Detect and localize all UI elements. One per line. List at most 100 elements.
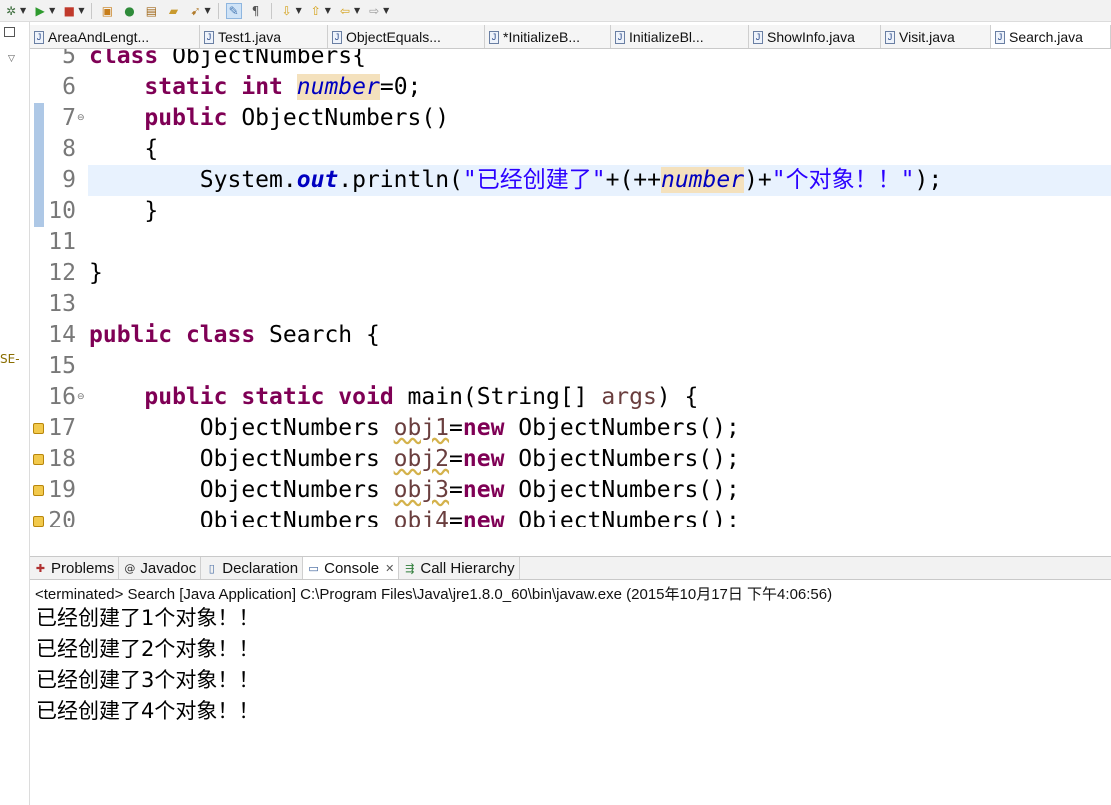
debug-button[interactable]: ✲ ▼ [2, 2, 27, 20]
run-button[interactable]: ▶ ▼ [31, 2, 56, 20]
prev-annotation-button[interactable]: ⇧ ▼ [307, 2, 332, 20]
search-button[interactable]: ➹ ▼ [186, 2, 211, 20]
editor-tab-label: *InitializeB... [503, 29, 581, 45]
editor-tab[interactable]: J AreaAndLengt... [30, 25, 200, 48]
external-tools-icon: ■ [63, 3, 75, 18]
view-tab-declaration[interactable]: ▯ Declaration [201, 557, 304, 579]
code-text: ObjectNumbers obj1=new ObjectNumbers(); [89, 413, 740, 444]
code-token: new [462, 415, 505, 441]
open-type-button[interactable]: ▤ [142, 2, 160, 20]
code-line[interactable]: 18 ObjectNumbers obj2=new ObjectNumbers(… [30, 444, 1111, 475]
show-whitespace-button[interactable]: ¶ [247, 2, 265, 20]
close-icon[interactable]: ✕ [385, 562, 394, 575]
code-line[interactable]: 6 static int number=0; [30, 72, 1111, 103]
code-line[interactable]: 9 System.out.println("已经创建了"+(++number)+… [30, 165, 1111, 196]
code-text: class ObjectNumbers{ [89, 49, 366, 72]
code-token: ) { [656, 384, 699, 410]
view-tab-label: Javadoc [140, 560, 197, 577]
left-minimized-strip: ▽ SE- [0, 22, 30, 805]
view-tab-console[interactable]: ▭ Console ✕ [303, 557, 400, 579]
editor-tab[interactable]: J *InitializeB... [485, 25, 611, 48]
dropdown-arrow-icon[interactable]: ▼ [296, 6, 302, 15]
editor-tab-label: ShowInfo.java [767, 29, 855, 45]
code-line[interactable]: 11 [30, 227, 1111, 258]
warning-marker-icon[interactable] [33, 485, 44, 496]
editor-tab[interactable]: J ObjectEquals... [328, 25, 485, 48]
fold-collapse-icon[interactable]: ⊖ [77, 382, 85, 413]
external-tools-button[interactable]: ■ ▼ [60, 2, 85, 20]
new-class-button[interactable]: ● [120, 2, 138, 20]
warning-marker-icon[interactable] [33, 516, 44, 527]
code-line[interactable]: 8 { [30, 134, 1111, 165]
code-token: new [462, 477, 505, 503]
view-tab-label: Console [324, 560, 380, 577]
code-line[interactable]: 17 ObjectNumbers obj1=new ObjectNumbers(… [30, 413, 1111, 444]
code-token: class [185, 322, 256, 348]
call-hierarchy-icon: ⇶ [405, 562, 415, 575]
view-tab-javadoc[interactable]: @ Javadoc [119, 557, 202, 579]
new-class-icon: ● [124, 3, 135, 18]
code-line[interactable]: 14 public class Search { [30, 320, 1111, 351]
back-button[interactable]: ⇦ ▼ [336, 2, 361, 20]
view-menu-icon[interactable]: ▽ [8, 54, 15, 64]
toolbar-separator [91, 2, 93, 19]
forward-button[interactable]: ⇨ ▼ [365, 2, 390, 20]
code-line[interactable]: 16 ⊖ public static void main(String[] arg… [30, 382, 1111, 413]
code-line[interactable]: 15 [30, 351, 1111, 382]
fold-collapse-icon[interactable]: ⊖ [77, 103, 85, 134]
warning-marker-icon[interactable] [33, 454, 44, 465]
java-file-icon: J [332, 30, 342, 44]
code-editor[interactable]: 5 class ObjectNumbers{6 static int number… [30, 49, 1111, 527]
open-folder-button[interactable]: ▰ [164, 2, 182, 20]
editor-tab[interactable]: J InitializeBl... [611, 25, 749, 48]
dropdown-arrow-icon[interactable]: ▼ [204, 6, 210, 15]
warning-marker-icon[interactable] [33, 423, 44, 434]
editor-tab[interactable]: J Visit.java [881, 25, 991, 48]
code-token: public [144, 105, 228, 131]
editor-tab-label: Search.java [1009, 29, 1083, 45]
main-toolbar: ✲ ▼ ▶ ▼ ■ ▼ ▣ ● ▤ ▰ ➹ ▼ ✎ ¶ ⇩ ▼ ⇧ ▼ ⇦ ▼ ⇨ ▼ [0, 0, 1111, 22]
code-token: System. [89, 167, 297, 193]
code-line[interactable]: 19 ObjectNumbers obj3=new ObjectNumbers(… [30, 475, 1111, 506]
dropdown-arrow-icon[interactable]: ▼ [354, 6, 360, 15]
code-line[interactable]: 7 ⊖ public ObjectNumbers() [30, 103, 1111, 134]
restore-icon[interactable] [4, 27, 15, 37]
view-tab-problems[interactable]: ✚ Problems [30, 557, 120, 579]
dropdown-arrow-icon[interactable]: ▼ [325, 6, 331, 15]
code-text: System.out.println("已经创建了"+(++number)+"个… [89, 165, 942, 196]
toolbar-separator [270, 2, 272, 19]
view-tab-label: Declaration [222, 560, 299, 577]
code-token: ObjectNumbers{ [158, 49, 366, 69]
code-text: public static void main(String[] args) { [89, 382, 698, 413]
toggle-mark-occurrences-button[interactable]: ✎ [225, 2, 243, 20]
code-token: ObjectNumbers [89, 446, 394, 472]
code-line[interactable]: 13 [30, 289, 1111, 320]
code-token: } [89, 260, 103, 286]
code-line[interactable]: 20 ObjectNumbers obj4=new ObjectNumbers(… [30, 506, 1111, 527]
view-tab-call-hierarchy[interactable]: ⇶ Call Hierarchy [399, 557, 520, 579]
code-token: obj1 [393, 415, 450, 441]
dropdown-arrow-icon[interactable]: ▼ [383, 6, 389, 15]
next-annotation-button[interactable]: ⇩ ▼ [278, 2, 303, 20]
code-line[interactable]: 5 class ObjectNumbers{ [30, 49, 1111, 72]
line-number: 9 [62, 167, 76, 193]
dropdown-arrow-icon[interactable]: ▼ [49, 6, 55, 15]
console-view[interactable]: <terminated> Search [Java Application] C… [30, 581, 1111, 805]
run-icon: ▶ [35, 3, 45, 18]
code-token: ObjectNumbers() [227, 105, 450, 131]
code-token: Search { [255, 322, 380, 348]
code-token: = [449, 477, 463, 503]
code-token: new [462, 508, 505, 527]
code-line[interactable]: 10 } [30, 196, 1111, 227]
console-icon: ▭ [308, 562, 319, 575]
editor-tab[interactable]: J Test1.java [200, 25, 328, 48]
new-java-project-button[interactable]: ▣ [98, 2, 116, 20]
code-line[interactable]: 12} [30, 258, 1111, 289]
line-number: 12 [48, 260, 76, 286]
dropdown-arrow-icon[interactable]: ▼ [20, 6, 26, 15]
editor-tab[interactable]: J Search.java [991, 25, 1111, 48]
editor-tab[interactable]: J ShowInfo.java [749, 25, 881, 48]
dropdown-arrow-icon[interactable]: ▼ [78, 6, 84, 15]
